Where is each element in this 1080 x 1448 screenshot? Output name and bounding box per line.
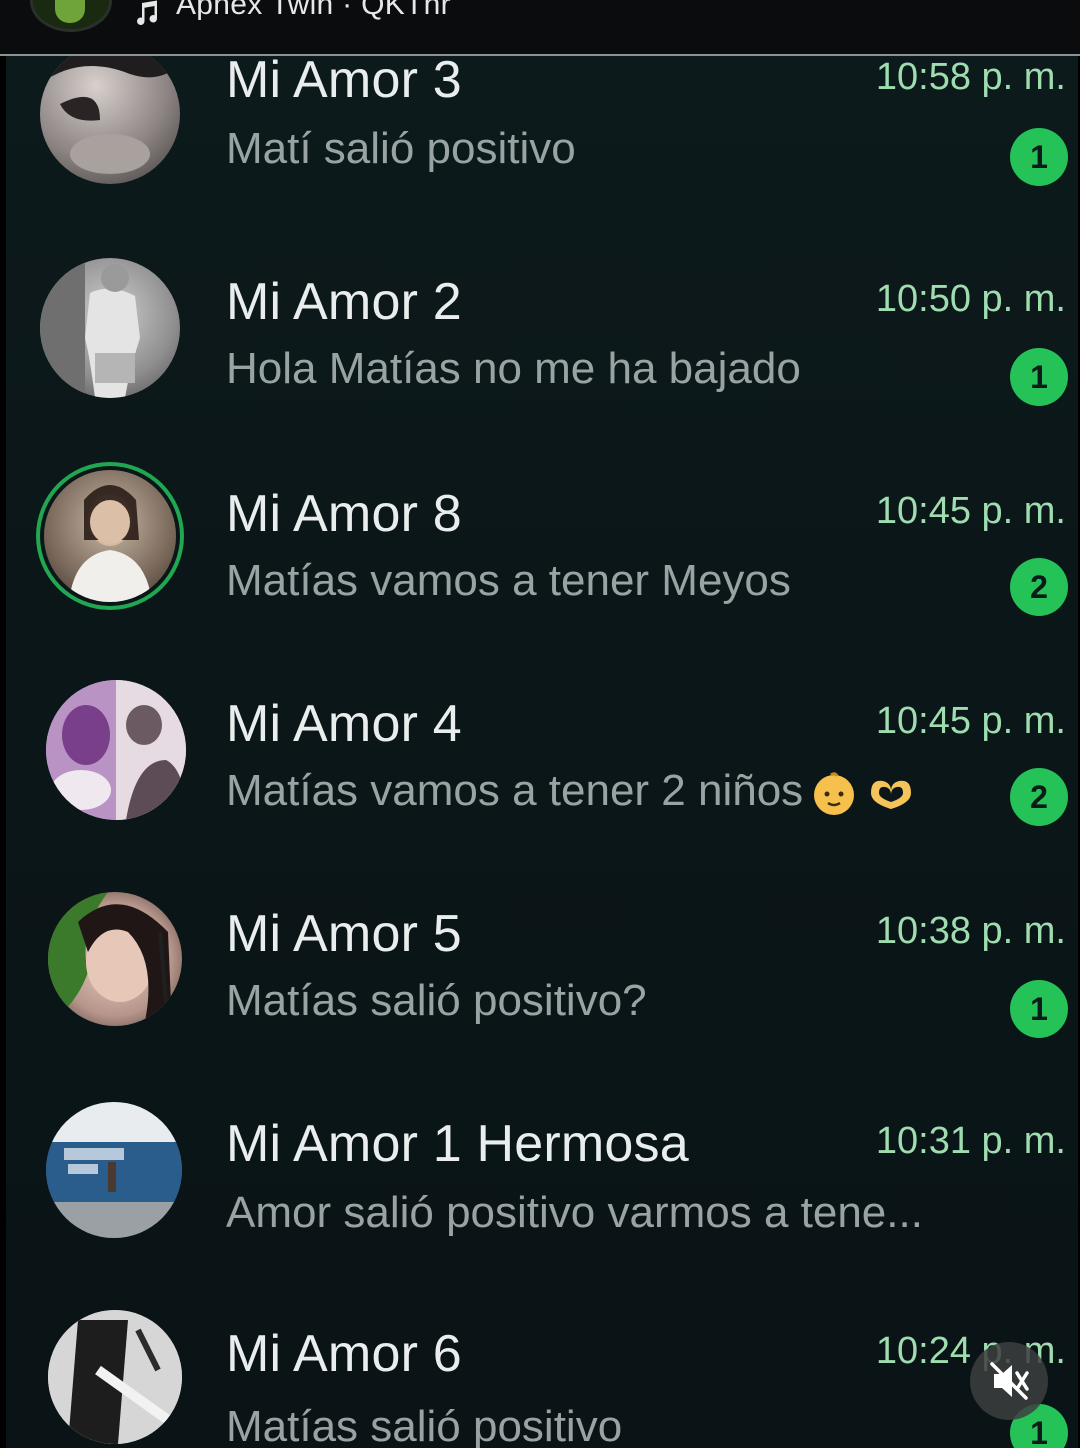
message-preview: Amor salió positivo varmos a tene... <box>226 1188 923 1237</box>
music-note-icon[interactable] <box>132 0 162 28</box>
avatar-photo <box>46 1102 182 1238</box>
avatar-face-shape <box>55 0 85 23</box>
baby-face-emoji <box>814 772 855 816</box>
contact-name: Mi Amor 1 Hermosa <box>226 1115 689 1173</box>
contact-avatar[interactable] <box>40 56 180 184</box>
chat-row[interactable]: Mi Amor 8 10:45 p. m. Matías vamos a ten… <box>6 430 1078 640</box>
unread-badge: 2 <box>1010 768 1068 826</box>
message-time: 10:50 p. m. <box>875 278 1066 320</box>
story-frame: Aphex Twin · QKThr Mi Amor 3 10:58 p. m.… <box>0 0 1080 1448</box>
message-time: 10:38 p. m. <box>875 910 1066 952</box>
message-time: 10:45 p. m. <box>875 490 1066 532</box>
message-preview: Matías salió positivo <box>226 1402 623 1448</box>
avatar-photo <box>40 258 140 398</box>
chat-list: Mi Amor 3 10:58 p. m. Matí salió positiv… <box>6 56 1078 1448</box>
contact-avatar[interactable] <box>46 680 186 820</box>
message-time: 10:45 p. m. <box>875 700 1066 742</box>
contact-avatar[interactable] <box>48 1310 182 1444</box>
contact-avatar[interactable] <box>48 892 182 1026</box>
chat-row[interactable]: Mi Amor 1 Hermosa 10:31 p. m. Amor salió… <box>6 1060 1078 1270</box>
story-header: Aphex Twin · QKThr <box>0 0 1080 56</box>
message-time: 10:58 p. m. <box>875 56 1066 98</box>
message-preview: Matías vamos a tener 2 niños <box>226 766 917 816</box>
mute-button[interactable] <box>970 1342 1048 1420</box>
contact-avatar-with-status[interactable] <box>44 470 176 602</box>
chat-row[interactable]: Mi Amor 2 10:50 p. m. Hola Matías no me … <box>6 220 1078 430</box>
speaker-muted-icon <box>990 1362 1029 1400</box>
avatar-photo <box>69 485 152 602</box>
contact-name: Mi Amor 2 <box>226 273 462 331</box>
contact-name: Mi Amor 6 <box>226 1325 462 1383</box>
message-preview-text: Matías vamos a tener 2 niños <box>226 766 804 815</box>
message-preview: Matí salió positivo <box>226 124 576 173</box>
chat-row[interactable]: Mi Amor 5 10:38 p. m. Matías salió posit… <box>6 850 1078 1060</box>
message-preview: Matías salió positivo? <box>226 976 647 1025</box>
chat-row[interactable]: Mi Amor 3 10:58 p. m. Matí salió positiv… <box>6 56 1078 208</box>
message-time: 10:31 p. m. <box>875 1120 1066 1162</box>
avatar-photo <box>48 892 172 1026</box>
message-preview: Matías vamos a tener Meyos <box>226 556 791 605</box>
avatar-photo <box>40 56 180 174</box>
chat-row[interactable]: Mi Amor 6 10:24 p. m. Matías salió posit… <box>6 1270 1078 1448</box>
contact-avatar[interactable] <box>40 258 180 398</box>
unread-badge: 1 <box>1010 128 1068 186</box>
contact-name: Mi Amor 3 <box>226 56 462 109</box>
music-track-label[interactable]: Aphex Twin · QKThr <box>176 0 451 22</box>
contact-name: Mi Amor 8 <box>226 485 462 543</box>
heart-hands-emoji <box>871 781 912 810</box>
avatar-photo <box>48 1310 182 1444</box>
contact-avatar[interactable] <box>46 1102 182 1238</box>
account-avatar[interactable] <box>30 0 112 32</box>
contact-name: Mi Amor 4 <box>226 695 462 753</box>
unread-badge: 1 <box>1010 980 1068 1038</box>
avatar-photo <box>46 680 186 820</box>
contact-name: Mi Amor 5 <box>226 905 462 963</box>
message-preview: Hola Matías no me ha bajado <box>226 344 801 393</box>
unread-badge: 1 <box>1010 348 1068 406</box>
chat-row[interactable]: Mi Amor 4 10:45 p. m. Matías vamos a ten… <box>6 640 1078 850</box>
unread-badge: 2 <box>1010 558 1068 616</box>
